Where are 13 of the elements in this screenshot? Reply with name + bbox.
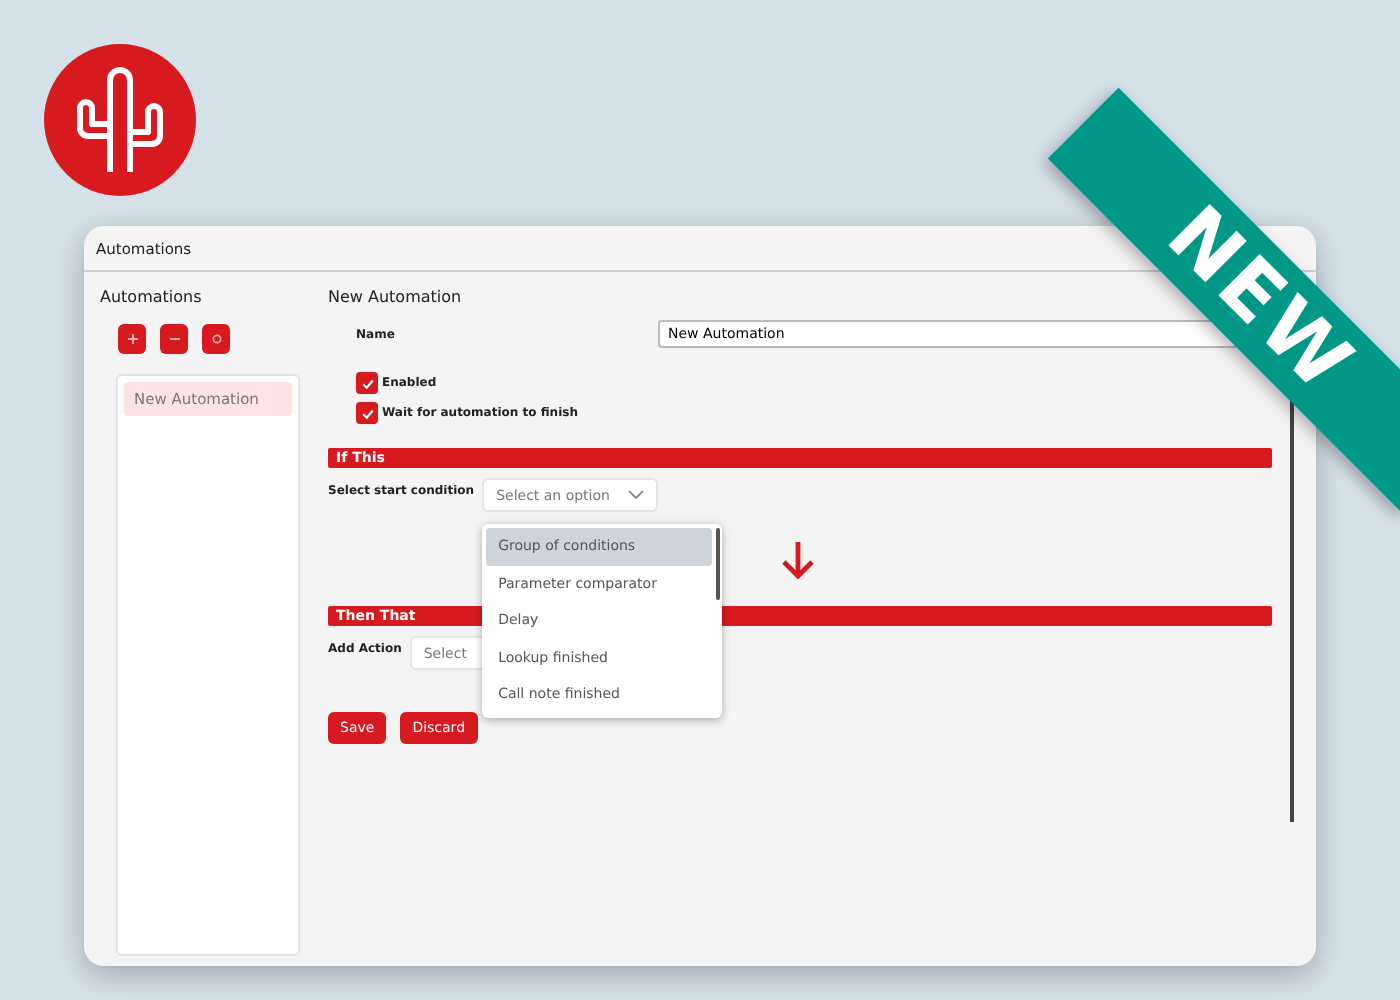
minus-icon — [169, 334, 179, 344]
add-button[interactable] — [118, 324, 146, 354]
circle-icon — [211, 334, 221, 344]
remove-button[interactable] — [160, 324, 188, 354]
scrollbar-thumb[interactable] — [716, 528, 721, 600]
chevron-down-icon — [628, 490, 645, 500]
checkbox[interactable] — [356, 372, 378, 394]
arrow-down-icon — [780, 540, 816, 580]
cactus-logo-icon — [44, 44, 196, 196]
sidebar-title: Automations — [100, 288, 204, 306]
plus-icon — [127, 334, 137, 344]
checkbox[interactable] — [356, 402, 378, 424]
copy-button[interactable] — [202, 324, 230, 354]
